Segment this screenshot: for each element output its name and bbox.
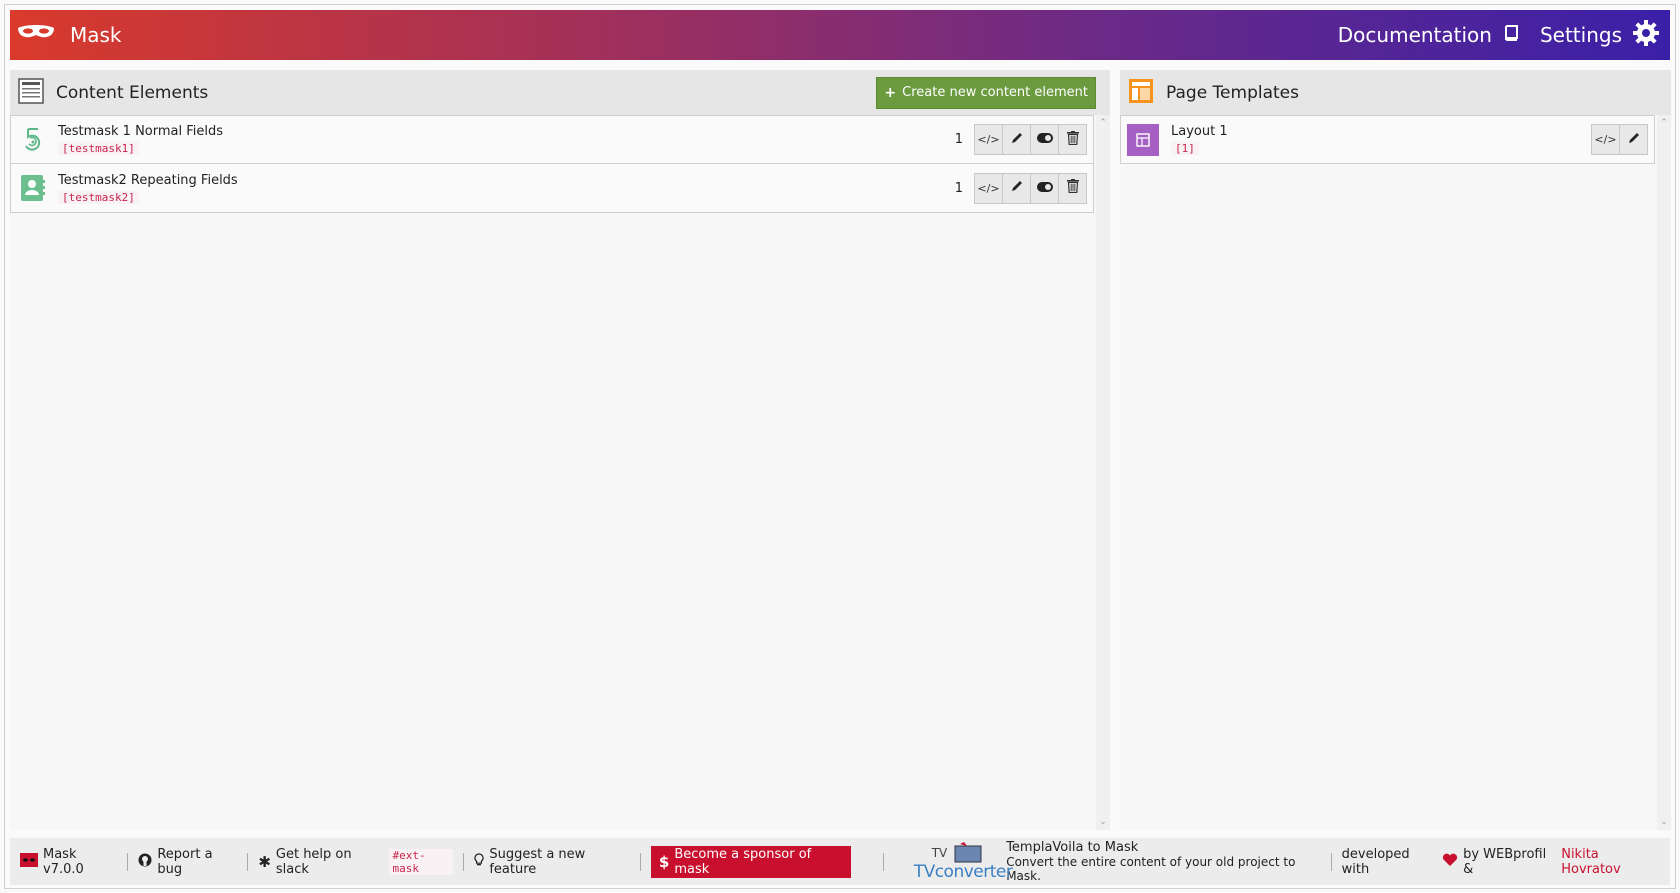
content-list-icon xyxy=(18,77,44,108)
plus-icon: + xyxy=(884,84,897,101)
create-button-label: Create new content element xyxy=(902,85,1088,100)
edit-button[interactable] xyxy=(1619,124,1648,155)
content-elements-title: Content Elements xyxy=(56,82,209,103)
brand[interactable]: Mask xyxy=(10,22,122,48)
footer: Mask v7.0.0 Report a bug ✱ Get help on s… xyxy=(10,838,1670,885)
template-actions: </> xyxy=(1591,124,1648,155)
documentation-link[interactable]: Documentation xyxy=(1338,23,1520,47)
documentation-label: Documentation xyxy=(1337,23,1492,47)
pencil-icon xyxy=(1010,131,1024,149)
element-usage-count: 1 xyxy=(954,180,963,196)
by-label: by WEBprofil & xyxy=(1463,846,1547,877)
toggle-button[interactable] xyxy=(1030,124,1059,155)
code-button[interactable]: </> xyxy=(974,172,1003,204)
trash-icon xyxy=(1066,179,1079,197)
list-item[interactable]: Layout 1 [1] </> xyxy=(1120,115,1655,164)
template-key: [1] xyxy=(1171,142,1199,155)
list-item[interactable]: Testmask2 Repeating Fields [testmask2] 1… xyxy=(10,164,1094,213)
tv-subtitle: Convert the entire content of your old p… xyxy=(1006,855,1296,883)
code-icon: </> xyxy=(1594,133,1617,146)
tv-logo-main-text: TVconverter xyxy=(913,861,1013,882)
edit-button[interactable] xyxy=(1002,172,1031,204)
lightbulb-icon xyxy=(474,852,484,871)
separator xyxy=(639,852,641,871)
content-elements-header: Content Elements + Create new content el… xyxy=(10,70,1110,115)
element-actions: </> xyxy=(974,172,1087,204)
tv-title: TemplaVoila to Mask xyxy=(1006,840,1139,855)
pencil-icon xyxy=(1010,179,1024,197)
report-bug-link[interactable]: Report a bug xyxy=(128,847,247,877)
code-icon: </> xyxy=(977,181,1000,195)
brand-title: Mask xyxy=(70,23,122,47)
layout-icon xyxy=(1127,123,1159,156)
page-templates-panel: Page Templates Layout 1 [1] </> ⌃ ⌄ xyxy=(1120,70,1671,830)
template-layout-icon xyxy=(1128,78,1154,108)
delete-button[interactable] xyxy=(1058,172,1087,204)
dollar-icon: $ xyxy=(658,852,670,871)
edit-button[interactable] xyxy=(1002,124,1031,155)
slack-channel: #ext-mask xyxy=(388,848,454,875)
separator xyxy=(1330,852,1332,871)
mask-logo-icon xyxy=(16,22,56,48)
scroll-up-icon[interactable]: ⌃ xyxy=(1660,119,1668,128)
scroll-up-icon[interactable]: ⌃ xyxy=(1099,119,1107,128)
create-content-element-button[interactable]: + Create new content element xyxy=(876,76,1096,109)
slack-help-link[interactable]: ✱ Get help on slack #ext-mask xyxy=(248,847,463,877)
page-templates-list: Layout 1 [1] </> xyxy=(1120,115,1655,164)
toggle-icon xyxy=(1036,132,1053,147)
element-actions: </> xyxy=(974,124,1087,155)
cog-icon: ✱ xyxy=(258,852,271,871)
element-key: [testmask2] xyxy=(58,190,139,204)
element-key: [testmask1] xyxy=(58,142,139,155)
author-link[interactable]: Nikita Hovratov xyxy=(1561,847,1658,877)
list-item[interactable]: Testmask 1 Normal Fields [testmask1] 1 <… xyxy=(10,115,1094,164)
page-templates-header: Page Templates xyxy=(1120,70,1671,115)
element-title: Testmask 1 Normal Fields xyxy=(58,124,224,139)
monitor-icon xyxy=(954,841,982,862)
suggest-feature-link[interactable]: Suggest a new feature xyxy=(464,847,640,877)
report-bug-label: Report a bug xyxy=(157,846,213,877)
book-icon xyxy=(1502,23,1520,47)
version-info: Mask v7.0.0 xyxy=(10,847,127,877)
content-elements-scrollbar[interactable]: ⌃ ⌄ xyxy=(1096,115,1110,830)
scroll-down-icon[interactable]: ⌄ xyxy=(1660,818,1668,827)
developer-credits: developed with by WEBprofil & Nikita Hov… xyxy=(1342,847,1658,877)
sponsor-label: Become a sponsor of mask xyxy=(674,846,812,877)
scroll-down-icon[interactable]: ⌄ xyxy=(1099,818,1107,827)
code-button[interactable]: </> xyxy=(974,124,1003,155)
pencil-icon xyxy=(1627,131,1641,149)
top-header: Mask Documentation Settings xyxy=(10,10,1670,60)
toggle-icon xyxy=(1036,181,1053,196)
sponsor-button[interactable]: $ Become a sponsor of mask xyxy=(650,845,851,878)
tv-converter-logo: TV TVconverter xyxy=(914,840,1013,884)
element-usage-count: 1 xyxy=(954,132,963,147)
toggle-button[interactable] xyxy=(1030,172,1059,204)
slack-help-label: Get help on slack xyxy=(275,846,352,877)
fingerprint-five-icon xyxy=(20,127,46,153)
trash-icon xyxy=(1066,130,1079,149)
suggest-feature-label: Suggest a new feature xyxy=(489,846,586,877)
tv-logo-small-text: TV xyxy=(931,845,948,860)
settings-link[interactable]: Settings xyxy=(1540,19,1660,52)
page-templates-title: Page Templates xyxy=(1166,82,1299,103)
element-title: Testmask2 Repeating Fields xyxy=(58,172,238,188)
version-label: Mask v7.0.0 xyxy=(43,846,84,877)
settings-label: Settings xyxy=(1539,23,1622,47)
heart-icon xyxy=(1442,853,1458,871)
developed-with-label: developed with xyxy=(1341,846,1410,877)
gear-icon xyxy=(1632,19,1660,52)
content-elements-list: Testmask 1 Normal Fields [testmask1] 1 <… xyxy=(10,115,1094,213)
separator xyxy=(882,852,884,871)
code-button[interactable]: </> xyxy=(1591,124,1620,155)
delete-button[interactable] xyxy=(1058,124,1087,155)
page-templates-scrollbar[interactable]: ⌃ ⌄ xyxy=(1657,115,1671,830)
content-elements-panel: Content Elements + Create new content el… xyxy=(10,70,1110,830)
code-icon: </> xyxy=(977,133,1000,146)
github-icon xyxy=(138,853,152,871)
mask-logo-small-icon xyxy=(20,852,38,871)
template-title: Layout 1 xyxy=(1171,124,1228,139)
contact-card-icon xyxy=(20,175,46,201)
tv-converter-promo[interactable]: TV TVconverter TemplaVoila to Mask Conve… xyxy=(914,840,1321,884)
